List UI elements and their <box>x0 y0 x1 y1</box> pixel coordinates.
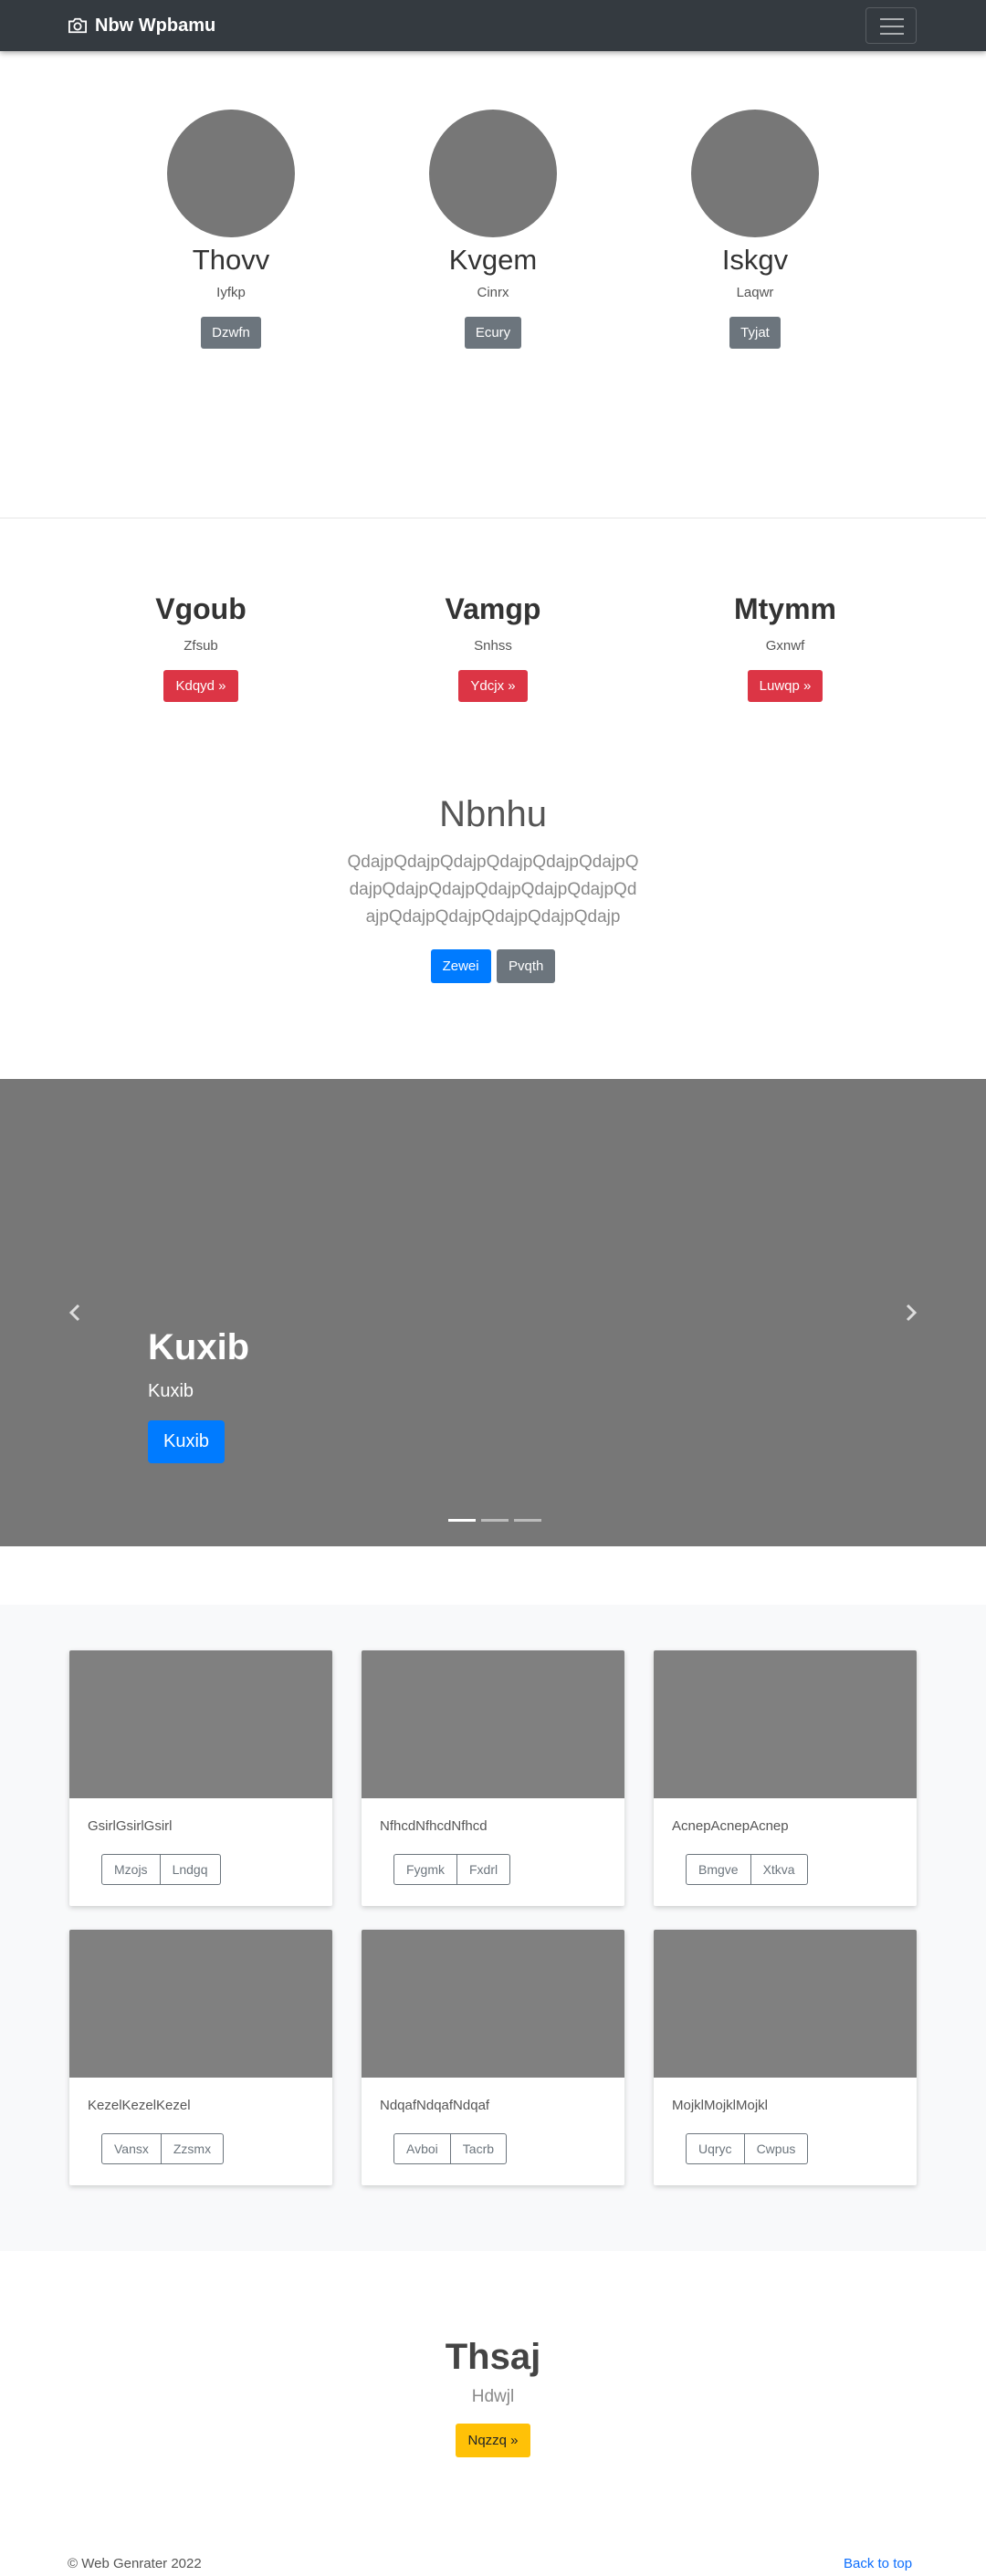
card-button-2[interactable]: Zzsmx <box>161 2133 225 2164</box>
card-button-group: Fygmk Fxdrl <box>393 1854 511 1885</box>
navbar-brand[interactable]: Nbw Wpbamu <box>68 15 215 37</box>
album-card: AcnepAcnepAcnep Bmgve Xtkva <box>654 1650 917 1906</box>
card-button-2[interactable]: Xtkva <box>750 1854 808 1885</box>
card-button-2[interactable]: Cwpus <box>744 2133 809 2164</box>
carousel-text: Kuxib <box>148 1381 194 1401</box>
carousel: Kuxib Kuxib Kuxib <box>0 1079 986 1546</box>
card-thumbnail <box>69 1930 332 2078</box>
album-card: NfhcdNfhcdNfhcd Fygmk Fxdrl <box>362 1650 624 1906</box>
album-card: GsirlGsirlGsirl Mzojs Lndgq <box>69 1650 332 1906</box>
person-card: Kvgem Cinrx Ecury <box>411 110 575 350</box>
feature-title: Mtymm <box>733 592 836 625</box>
card-thumbnail <box>362 1650 624 1798</box>
brand-name: Nbw Wpbamu <box>95 15 216 36</box>
feature-column: Vgoub Zfsub Kdqyd » <box>110 592 292 703</box>
person-button[interactable]: Ecury <box>464 317 522 350</box>
jumbotron: Nbnhu QdajpQdajpQdajpQdajpQdajpQdajpQdaj… <box>0 792 986 983</box>
card-thumbnail <box>362 1930 624 2078</box>
card-button-group: Mzojs Lndgq <box>101 1854 221 1885</box>
chevron-left-icon[interactable] <box>57 1294 93 1331</box>
card-thumbnail <box>654 1930 917 2078</box>
carousel-indicators <box>446 1519 544 1522</box>
back-to-top-link[interactable]: Back to top <box>844 2556 912 2571</box>
card-button-2[interactable]: Tacrb <box>450 2133 508 2164</box>
card-button-1[interactable]: Mzojs <box>101 1854 161 1885</box>
card-text: NdqafNdqafNdqaf <box>380 2098 490 2113</box>
card-thumbnail <box>69 1650 332 1798</box>
carousel-indicator[interactable] <box>514 1519 541 1522</box>
card-text: KezelKezelKezel <box>88 2098 191 2113</box>
footer-copyright: © Web Genrater 2022 <box>68 2556 202 2571</box>
card-button-2[interactable]: Fxdrl <box>457 1854 511 1885</box>
card-button-1[interactable]: Avboi <box>393 2133 451 2164</box>
person-subtitle: Iyfkp <box>216 285 246 301</box>
people-section: Thovv Iyfkp Dzwfn Kvgem Cinrx Ecury Iskg… <box>0 51 986 518</box>
hamburger-bar <box>880 26 904 27</box>
chevron-right-icon[interactable] <box>893 1294 929 1331</box>
carousel-indicator[interactable] <box>481 1519 509 1522</box>
card-button-group: Vansx Zzsmx <box>101 2133 225 2164</box>
hamburger-bar <box>880 33 904 35</box>
card-button-1[interactable]: Uqryc <box>686 2133 745 2164</box>
avatar <box>429 110 557 237</box>
final-section: Thsaj Hdwjl Nqzzq » <box>0 2337 986 2457</box>
avatar <box>167 110 295 237</box>
camera-icon <box>68 17 87 34</box>
final-subtitle: Hdwjl <box>471 2387 515 2406</box>
person-button[interactable]: Tyjat <box>729 317 781 350</box>
hamburger-menu-icon <box>880 18 904 20</box>
feature-title: Vgoub <box>155 592 246 625</box>
card-thumbnail <box>654 1650 917 1798</box>
jumbotron-lead: QdajpQdajpQdajpQdajpQdajpQdajpQdajpQdajp… <box>347 853 639 927</box>
jumbotron-primary-button[interactable]: Zewei <box>430 949 491 983</box>
carousel-caption: Kuxib Kuxib Kuxib <box>148 1327 249 1463</box>
card-button-group: Bmgve Xtkva <box>686 1854 808 1885</box>
album-card: MojklMojklMojkl Uqryc Cwpus <box>654 1930 917 2185</box>
feature-button[interactable]: Luwqp » <box>747 670 823 703</box>
person-subtitle: Cinrx <box>477 285 509 301</box>
carousel-button[interactable]: Kuxib <box>148 1420 226 1463</box>
card-text: NfhcdNfhcdNfhcd <box>380 1818 488 1834</box>
carousel-title: Kuxib <box>148 1327 250 1367</box>
album-card: NdqafNdqafNdqaf Avboi Tacrb <box>362 1930 624 2185</box>
person-card: Thovv Iyfkp Dzwfn <box>149 110 313 350</box>
feature-column: Vamgp Snhss Ydcjx » <box>402 592 584 703</box>
avatar <box>691 110 819 237</box>
card-button-1[interactable]: Bmgve <box>686 1854 751 1885</box>
card-text: AcnepAcnepAcnep <box>672 1818 789 1834</box>
feature-button[interactable]: Ydcjx » <box>458 670 528 703</box>
card-text: GsirlGsirlGsirl <box>88 1818 173 1834</box>
feature-button[interactable]: Kdqyd » <box>163 670 238 703</box>
card-text: MojklMojklMojkl <box>672 2098 769 2113</box>
person-subtitle: Laqwr <box>736 285 774 301</box>
card-button-group: Avboi Tacrb <box>393 2133 508 2164</box>
feature-subtitle: Zfsub <box>184 638 218 654</box>
feature-column: Mtymm Gxnwf Luwqp » <box>694 592 876 703</box>
final-title: Thsaj <box>445 2337 541 2377</box>
navbar: Nbw Wpbamu <box>0 0 986 51</box>
final-button[interactable]: Nqzzq » <box>456 2424 530 2457</box>
person-name: Kvgem <box>448 244 538 276</box>
card-button-1[interactable]: Fygmk <box>393 1854 457 1885</box>
person-card: Iskgv Laqwr Tyjat <box>673 110 837 350</box>
album-section: GsirlGsirlGsirl Mzojs Lndgq NfhcdNfhcdNf… <box>0 1605 986 2251</box>
card-button-1[interactable]: Vansx <box>101 2133 162 2164</box>
card-button-2[interactable]: Lndgq <box>160 1854 221 1885</box>
person-name: Thovv <box>192 244 270 276</box>
jumbotron-secondary-button[interactable]: Pvqth <box>497 949 556 983</box>
person-button[interactable]: Dzwfn <box>201 317 261 350</box>
album-card: KezelKezelKezel Vansx Zzsmx <box>69 1930 332 2185</box>
feature-subtitle: Gxnwf <box>765 638 805 654</box>
card-button-group: Uqryc Cwpus <box>686 2133 809 2164</box>
feature-title: Vamgp <box>445 592 541 625</box>
feature-subtitle: Snhss <box>474 638 512 654</box>
carousel-indicator[interactable] <box>448 1519 476 1522</box>
jumbotron-title: Nbnhu <box>439 794 547 834</box>
person-name: Iskgv <box>721 244 789 276</box>
navbar-toggler-button[interactable] <box>865 7 917 44</box>
